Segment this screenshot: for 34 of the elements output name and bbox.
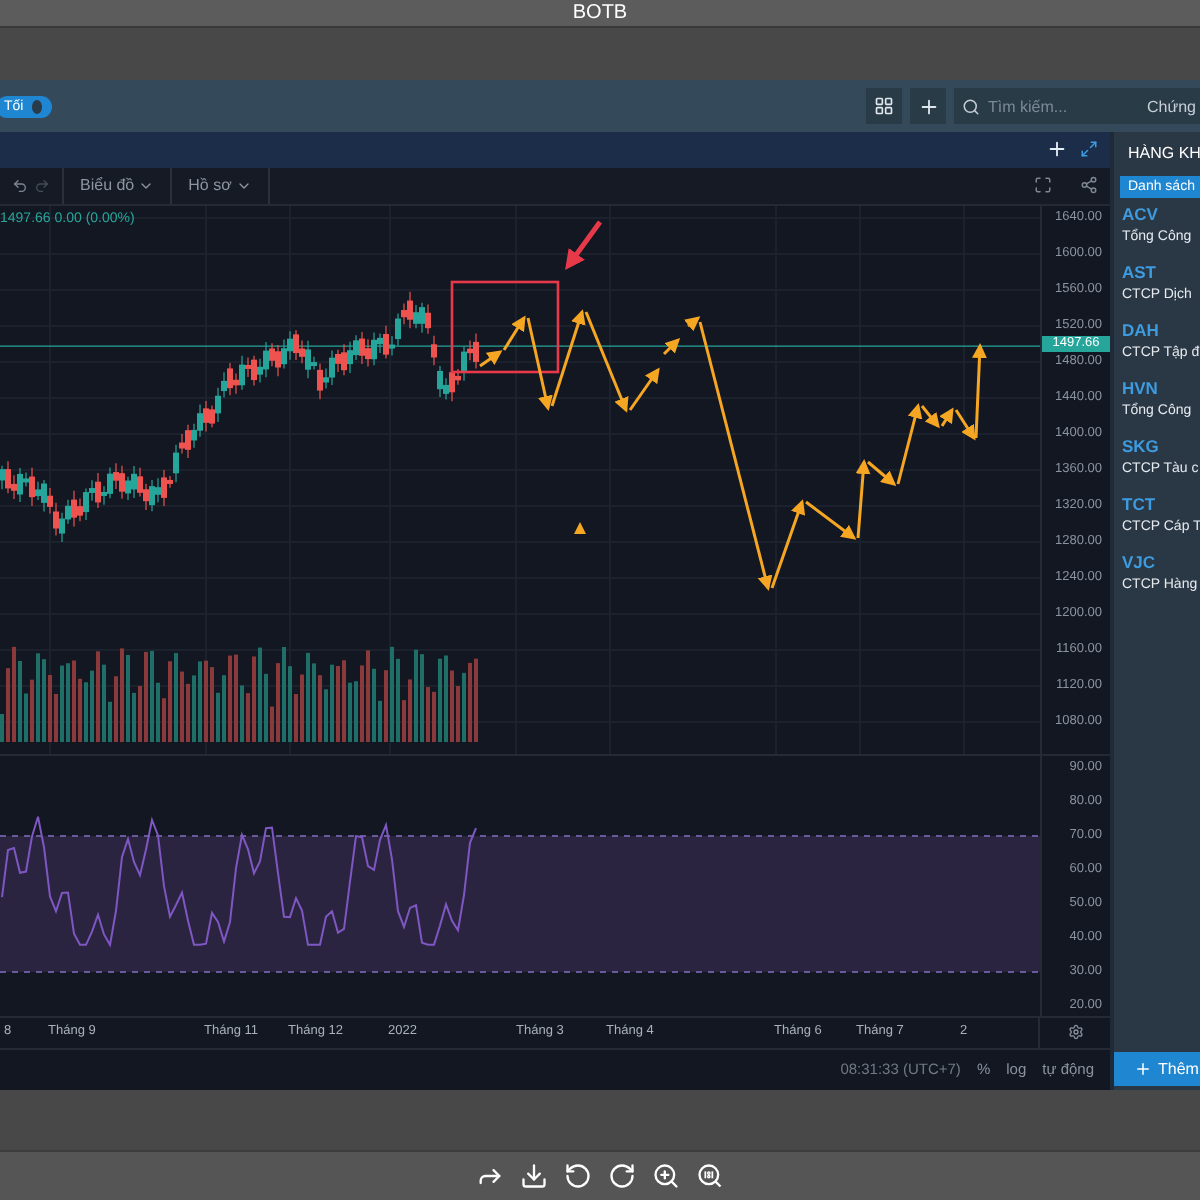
window-title: BOTB [572, 2, 628, 24]
download-button[interactable] [520, 1162, 548, 1190]
plus-icon [1134, 1060, 1152, 1078]
grid-button[interactable] [866, 88, 902, 124]
stock-symbol[interactable]: VJC [1122, 552, 1200, 572]
actual-size-button[interactable] [696, 1162, 724, 1190]
search-icon [962, 97, 980, 115]
rotate-right-button[interactable] [608, 1162, 636, 1190]
pointer-arrow [565, 220, 603, 270]
grid-icon [874, 96, 894, 116]
settings-icon[interactable] [1067, 1024, 1083, 1041]
stock-symbol[interactable]: HVN [1122, 378, 1200, 398]
rotate-left-button[interactable] [564, 1162, 592, 1190]
stock-symbol[interactable]: TCT [1122, 494, 1200, 514]
chart-menu[interactable]: Hồ sơ [172, 167, 270, 204]
expand-icon[interactable] [1080, 140, 1098, 159]
undo-icon[interactable] [12, 177, 28, 194]
stock-symbol[interactable]: ACV [1122, 204, 1200, 224]
search-field[interactable]: Tìm kiếm... Chứng [954, 88, 1200, 124]
zoom-in-button[interactable] [652, 1162, 680, 1190]
add-button[interactable] [910, 88, 946, 124]
menu-label[interactable]: Chứng [1147, 97, 1196, 115]
share-icon[interactable] [1080, 176, 1098, 195]
fullscreen-icon[interactable] [1034, 176, 1052, 195]
add-button[interactable]: Thêm [1114, 1052, 1200, 1086]
add-icon[interactable] [1046, 138, 1068, 161]
chart-menu[interactable]: Biểu đồ [64, 167, 173, 204]
stock-symbol[interactable]: AST [1122, 262, 1200, 282]
panel-title: HÀNG KH [1126, 142, 1200, 166]
plus-icon [917, 95, 939, 117]
stock-symbol[interactable]: DAH [1122, 320, 1200, 340]
highlight-frame [450, 280, 560, 374]
triangle-marker [574, 521, 586, 534]
stock-symbol[interactable]: SKG [1122, 436, 1200, 456]
